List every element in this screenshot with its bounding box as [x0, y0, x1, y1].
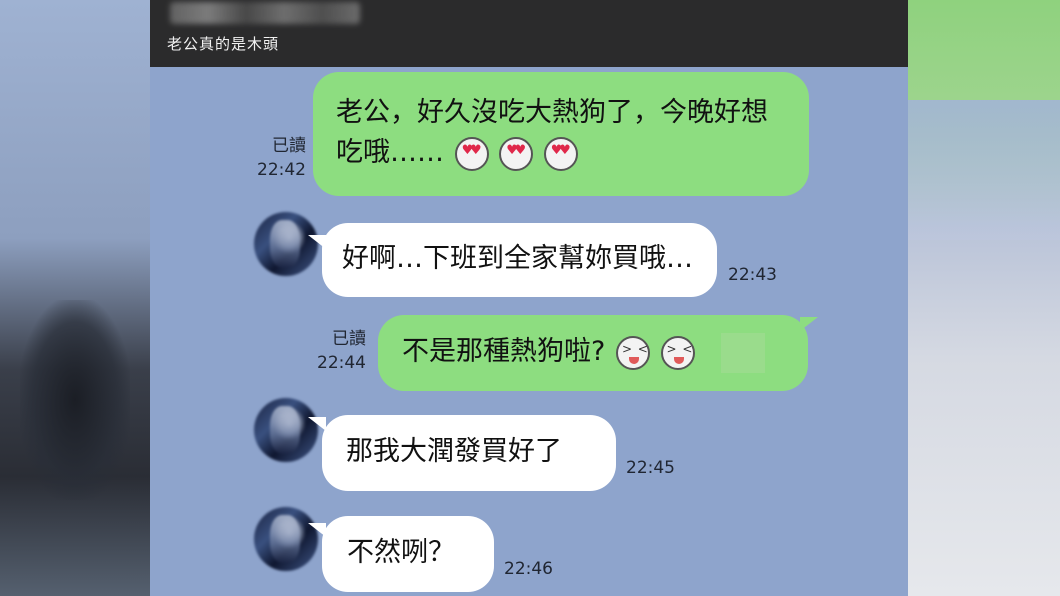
read-receipt: 已讀: [272, 136, 306, 156]
message-time: 22:45: [626, 458, 675, 478]
blurred-background-right: [908, 0, 1060, 596]
message-bubble-incoming[interactable]: 好啊…下班到全家幫妳買哦…: [322, 223, 717, 297]
contact-avatar[interactable]: [254, 507, 318, 571]
post-header: 老公真的是木頭: [150, 0, 908, 67]
heart-eyes-emoji: [499, 136, 534, 171]
message-text-line: 老公，好久沒吃大熱狗了，今晚好想: [336, 97, 768, 128]
post-title: 老公真的是木頭: [167, 35, 280, 53]
blurred-background-left: [0, 0, 150, 596]
message-bubble-outgoing[interactable]: 不是那種熱狗啦?: [378, 315, 808, 391]
message-time: 22:42: [257, 160, 306, 180]
message-text: 吃哦……: [336, 137, 444, 168]
read-receipt: 已讀: [332, 329, 366, 349]
blurred-username: [170, 2, 360, 24]
message-text: 不然咧？: [347, 537, 455, 568]
laughing-emoji: [615, 335, 650, 370]
message-text-line: 吃哦……: [336, 133, 809, 173]
message-time: 22:43: [728, 265, 777, 285]
message-bubble-incoming[interactable]: 那我大潤發買好了: [322, 415, 616, 491]
message-text: 好啊…下班到全家幫妳買哦…: [342, 243, 693, 274]
laughing-emoji: [660, 335, 695, 370]
message-bubble-outgoing[interactable]: 老公，好久沒吃大熱狗了，今晚好想 吃哦……: [313, 72, 809, 196]
message-time: 22:46: [504, 559, 553, 579]
heart-eyes-emoji: [454, 136, 489, 171]
message-meta: 已讀 22:42: [246, 134, 306, 182]
post-panel: 老公真的是木頭 已讀 22:42 老公，好久沒吃大熱狗了，今晚好想 吃哦…… 好…: [150, 0, 908, 596]
chat-area: 已讀 22:42 老公，好久沒吃大熱狗了，今晚好想 吃哦…… 好啊…下班到全家幫…: [150, 67, 908, 596]
blurred-sticker: [721, 332, 766, 373]
bubble-tail: [308, 417, 326, 431]
message-time: 22:44: [317, 353, 366, 373]
heart-eyes-emoji: [543, 136, 578, 171]
message-text: 那我大潤發買好了: [346, 436, 562, 467]
bubble-tail: [800, 317, 818, 331]
message-meta: 已讀 22:44: [306, 327, 366, 375]
message-text: 不是那種熱狗啦?: [402, 336, 606, 367]
message-bubble-incoming[interactable]: 不然咧？: [322, 516, 494, 592]
